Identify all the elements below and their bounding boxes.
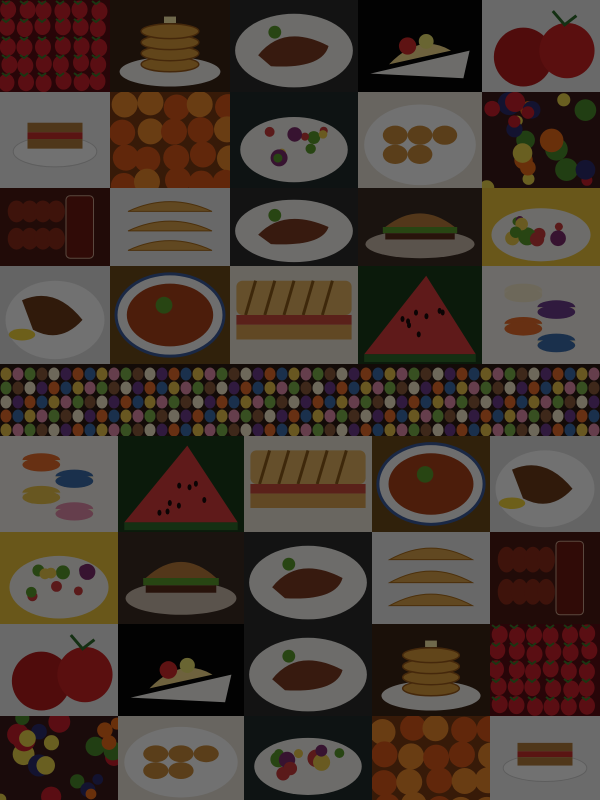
mosaic-tile <box>244 624 372 716</box>
mosaic-tile <box>490 716 600 800</box>
sausages-drink-icon <box>490 532 600 624</box>
watermelon-icon <box>118 436 244 532</box>
empanadas-icon <box>372 532 490 624</box>
soup-bowl-icon <box>110 266 230 364</box>
mosaic-tile <box>482 92 600 188</box>
soup-bowl-icon <box>372 436 490 532</box>
mosaic-tile <box>358 188 482 266</box>
mosaic-tile <box>482 0 600 92</box>
mosaic-tile <box>244 532 372 624</box>
grilled-sandwich-icon <box>244 436 372 532</box>
mosaic-tile <box>244 716 372 800</box>
mosaic-tile <box>110 0 230 92</box>
mosaic-tile <box>110 188 230 266</box>
salad-bowl-icon <box>244 716 372 800</box>
pancake-stack-icon <box>372 624 490 716</box>
mosaic-tile <box>230 188 358 266</box>
strawberries-icon <box>490 624 600 716</box>
mosaic-tile <box>118 436 244 532</box>
peaches-icon <box>110 92 230 188</box>
dumpling-plate-icon <box>118 716 244 800</box>
mosaic-tile <box>118 624 244 716</box>
macarons-stack-icon <box>482 266 600 364</box>
garnished-plate-icon <box>482 188 600 266</box>
mosaic-tile <box>0 188 110 266</box>
mosaic-tile <box>118 532 244 624</box>
mosaic-tile <box>372 436 490 532</box>
mosaic-tile <box>118 716 244 800</box>
mosaic-tile <box>372 716 490 800</box>
food-photo-mosaic <box>0 0 600 800</box>
strawberries-icon <box>0 0 110 92</box>
salad-bowl-icon <box>230 92 358 188</box>
mosaic-tile <box>0 266 110 364</box>
mosaic-tile <box>110 266 230 364</box>
tomatoes-icon <box>0 624 118 716</box>
macaron-rows-icon <box>0 364 600 436</box>
mosaic-tile <box>482 188 600 266</box>
mosaic-tile <box>0 364 600 436</box>
sandwich-plate-icon <box>0 92 110 188</box>
pancake-stack-icon <box>110 0 230 92</box>
mixed-fruit-icon <box>0 716 118 800</box>
mixed-fruit-icon <box>482 92 600 188</box>
mosaic-tile <box>482 266 600 364</box>
sliced-meat-plate-icon <box>230 188 358 266</box>
steak-plate-icon <box>244 624 372 716</box>
tomatoes-icon <box>482 0 600 92</box>
burger-plate-icon <box>118 532 244 624</box>
mosaic-tile <box>372 624 490 716</box>
mosaic-tile <box>358 0 482 92</box>
sliced-meat-plate-icon <box>244 532 372 624</box>
grilled-sandwich-icon <box>230 266 358 364</box>
mosaic-tile <box>0 0 110 92</box>
empanadas-icon <box>110 188 230 266</box>
mosaic-tile <box>490 532 600 624</box>
dumpling-plate-icon <box>358 92 482 188</box>
peaches-icon <box>372 716 490 800</box>
mosaic-tile <box>0 624 118 716</box>
mosaic-tile <box>230 266 358 364</box>
steak-plate-icon <box>230 0 358 92</box>
fruit-dessert-plate-icon <box>118 624 244 716</box>
mosaic-tile <box>490 624 600 716</box>
fruit-dessert-plate-icon <box>358 0 482 92</box>
mosaic-tile <box>0 532 118 624</box>
mosaic-tile <box>490 436 600 532</box>
burger-plate-icon <box>358 188 482 266</box>
mosaic-tile <box>358 266 482 364</box>
macarons-stack-icon <box>0 436 118 532</box>
mosaic-tile <box>244 436 372 532</box>
watermelon-icon <box>358 266 482 364</box>
mosaic-tile <box>0 436 118 532</box>
garnished-plate-icon <box>0 532 118 624</box>
sausages-drink-icon <box>0 188 110 266</box>
mosaic-tile <box>358 92 482 188</box>
mosaic-tile <box>230 92 358 188</box>
mosaic-tile <box>230 0 358 92</box>
mosaic-tile <box>110 92 230 188</box>
mosaic-tile <box>0 716 118 800</box>
chicken-plate-icon <box>490 436 600 532</box>
mosaic-tile <box>372 532 490 624</box>
sandwich-plate-icon <box>490 716 600 800</box>
chicken-plate-icon <box>0 266 110 364</box>
mosaic-tile <box>0 92 110 188</box>
